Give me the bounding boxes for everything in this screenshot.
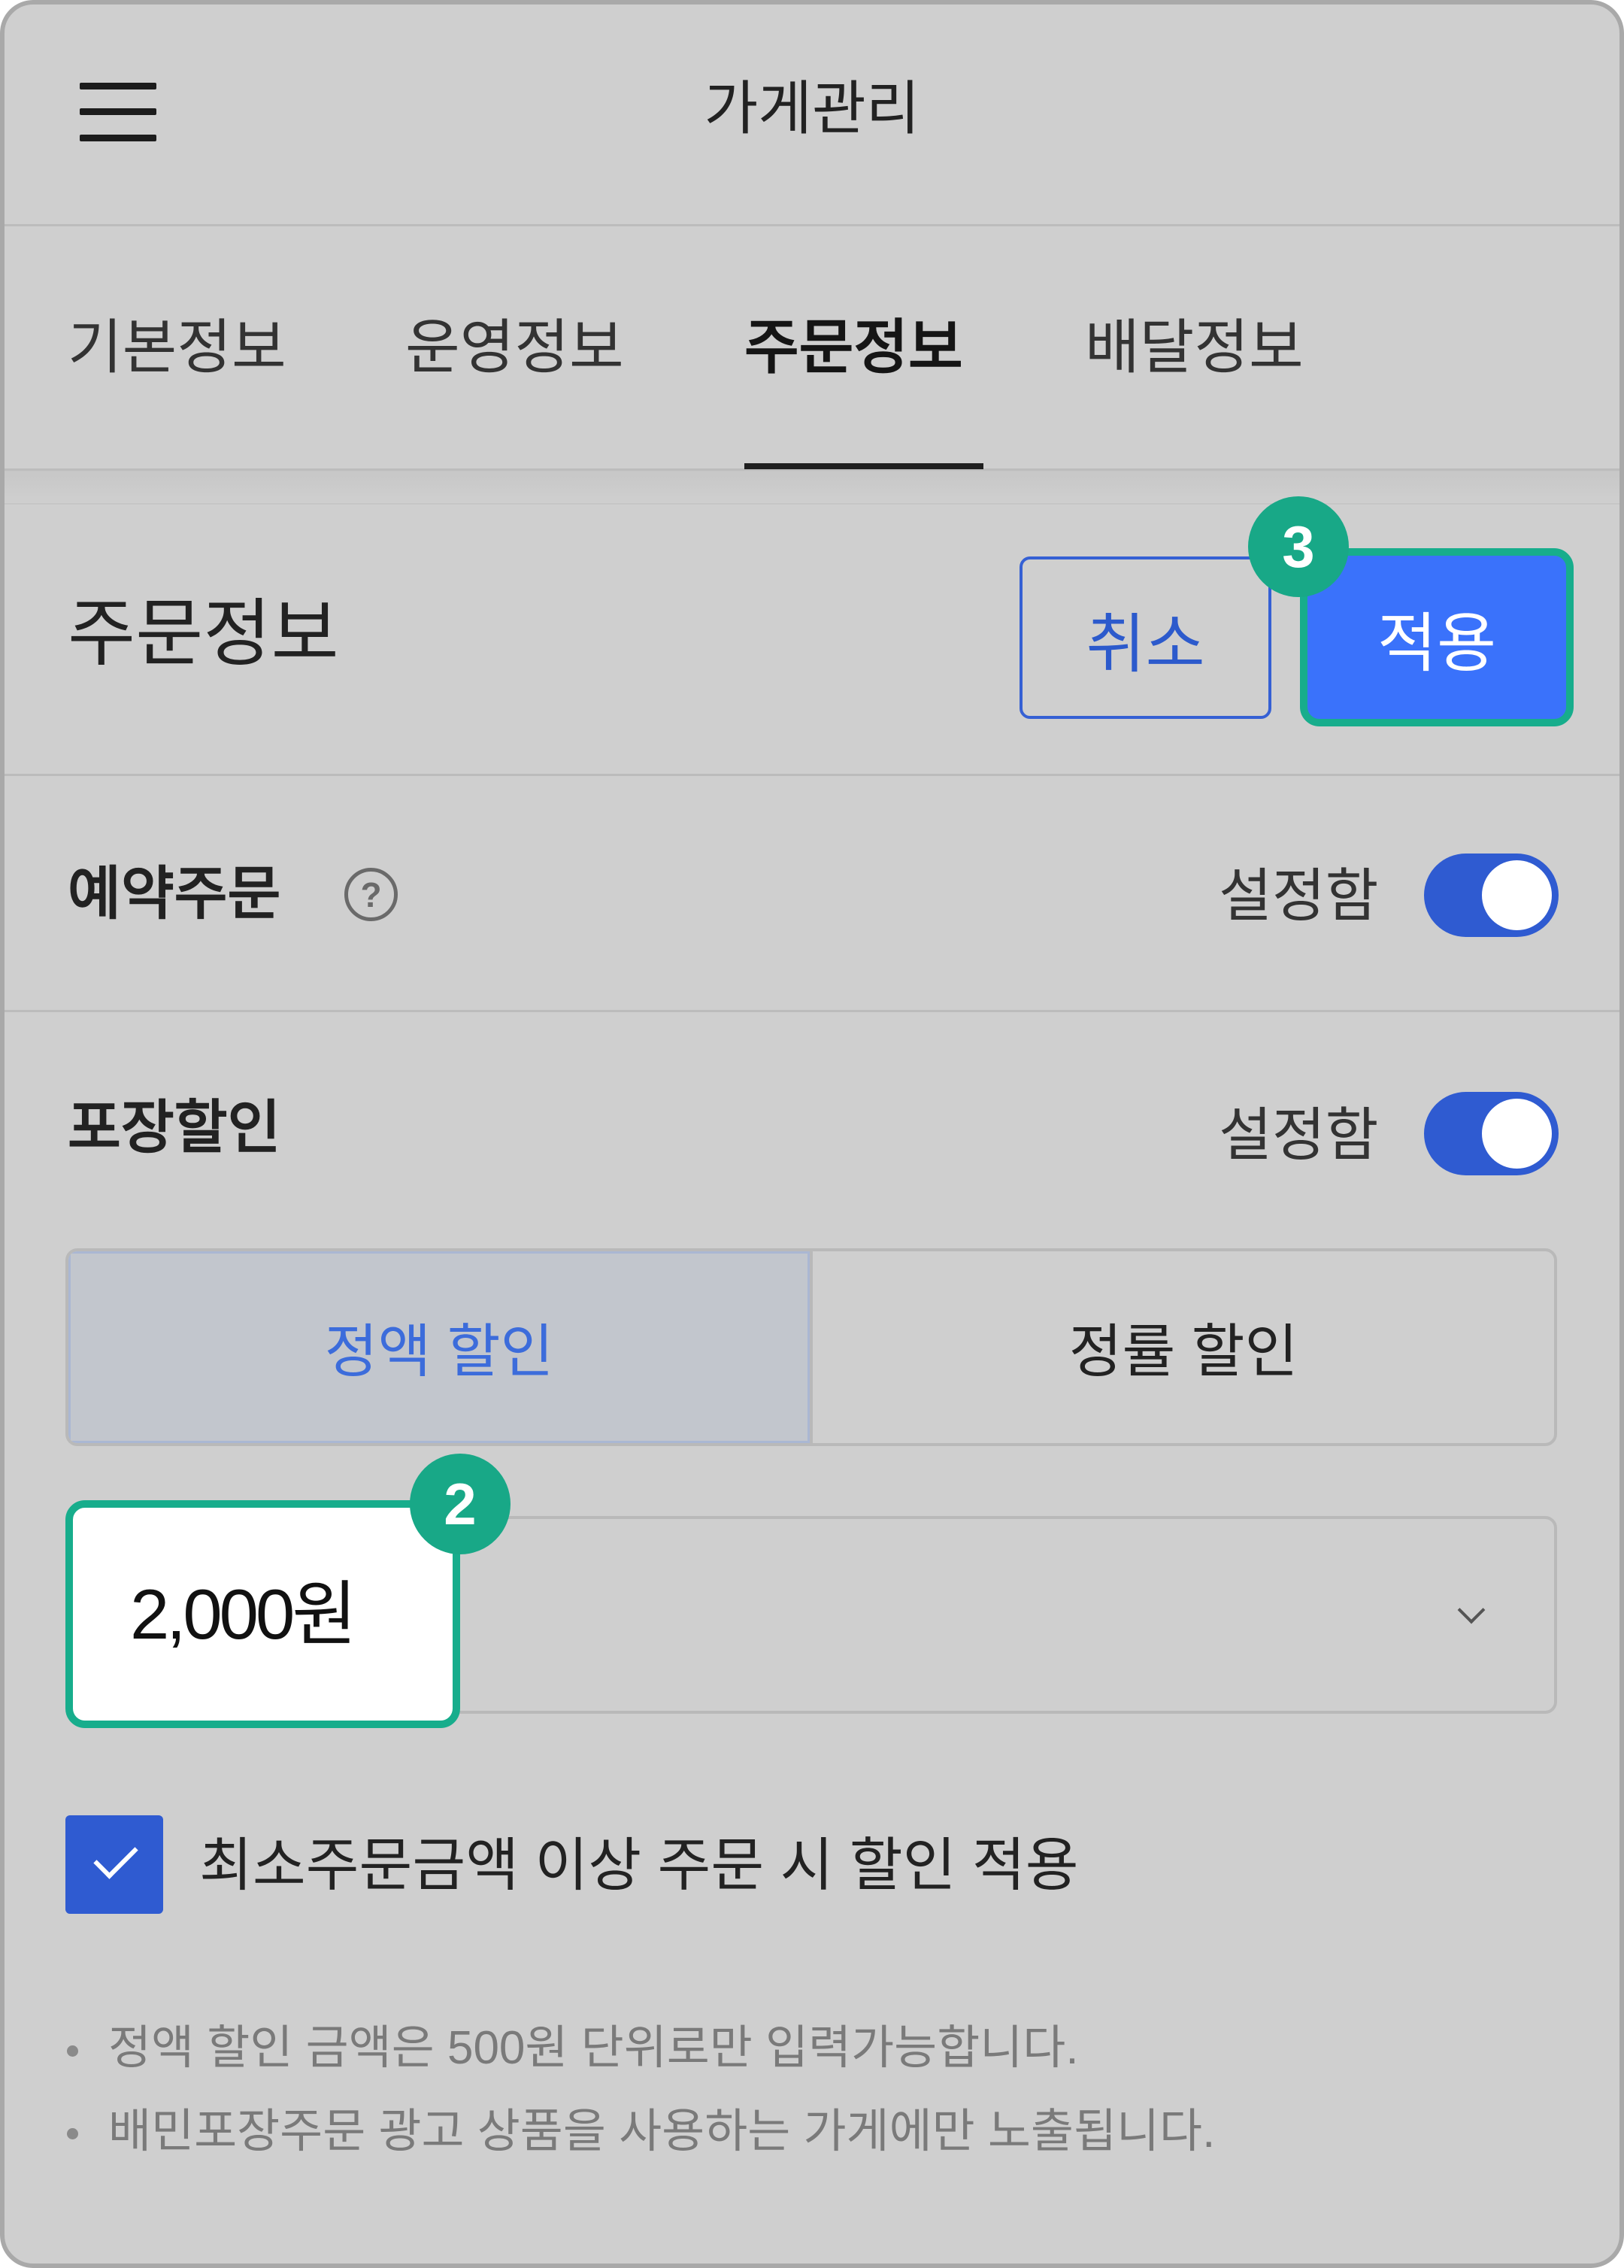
question-circle-icon[interactable] bbox=[344, 868, 398, 921]
app-frame: 가게관리 기본정보 운영정보 주문정보 배달정보 주문정보 취소 적용 3 예약… bbox=[0, 0, 1624, 2268]
toggle-knob bbox=[1482, 860, 1552, 930]
section-title: 주문정보 bbox=[68, 592, 339, 675]
check-icon bbox=[93, 1834, 138, 1879]
reservation-order-toggle[interactable] bbox=[1424, 854, 1559, 937]
discount-type-selector: 정액 할인 정률 할인 bbox=[65, 1248, 1557, 1446]
discount-amount-value: 2,000원 bbox=[130, 1575, 357, 1654]
tab-operation-info[interactable]: 운영정보 bbox=[405, 317, 624, 377]
section-divider bbox=[0, 774, 1624, 776]
step-badge-amount: 2 bbox=[410, 1454, 511, 1554]
min-order-checkbox[interactable] bbox=[65, 1815, 163, 1914]
tab-basic-info[interactable]: 기본정보 bbox=[68, 317, 286, 377]
segment-fixed-amount-discount[interactable]: 정액 할인 bbox=[68, 1251, 813, 1443]
row-divider bbox=[0, 1010, 1624, 1012]
segment-percentage-discount[interactable]: 정률 할인 bbox=[813, 1251, 1554, 1443]
min-order-checkbox-label[interactable]: 최소주문금액 이상 주문 시 할인 적용 bbox=[199, 1836, 1079, 1896]
pickup-discount-status: 설정함 bbox=[1219, 1103, 1379, 1168]
discount-amount-highlight[interactable]: 2,000원 bbox=[65, 1500, 460, 1728]
apply-button[interactable]: 적용 bbox=[1307, 556, 1566, 719]
active-tab-indicator bbox=[744, 463, 983, 469]
pickup-discount-toggle[interactable] bbox=[1424, 1092, 1559, 1175]
bullet-dot bbox=[67, 2128, 78, 2139]
note-item: 정액 할인 금액은 500원 단위로만 입력가능합니다. bbox=[108, 2022, 1079, 2074]
apply-button-highlight: 적용 bbox=[1300, 548, 1574, 726]
page-title: 가게관리 bbox=[704, 75, 920, 141]
toggle-knob bbox=[1482, 1099, 1552, 1169]
reservation-order-status: 설정함 bbox=[1219, 864, 1379, 929]
bullet-dot bbox=[67, 2045, 78, 2057]
header-divider bbox=[0, 224, 1624, 226]
reservation-order-label: 예약주문 bbox=[68, 862, 281, 926]
pickup-discount-label: 포장할인 bbox=[68, 1096, 281, 1160]
tab-delivery-info[interactable]: 배달정보 bbox=[1085, 317, 1304, 377]
tab-order-info[interactable]: 주문정보 bbox=[744, 317, 963, 377]
note-item: 배민포장주문 광고 상품을 사용하는 가게에만 노출됩니다. bbox=[108, 2106, 1216, 2157]
tab-bar-shadow-line bbox=[0, 503, 1624, 505]
cancel-button[interactable]: 취소 bbox=[1020, 556, 1271, 719]
tab-bar-shadow bbox=[0, 471, 1624, 503]
step-badge-apply: 3 bbox=[1248, 496, 1349, 597]
